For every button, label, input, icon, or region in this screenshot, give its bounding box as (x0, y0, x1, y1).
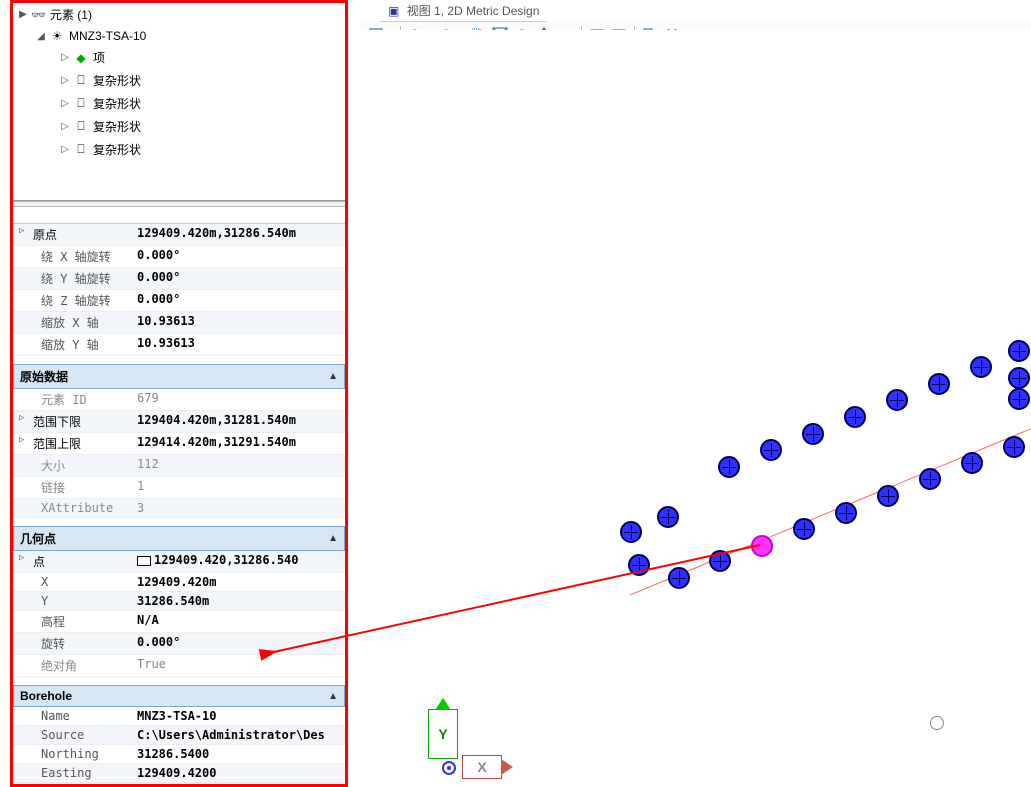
tree-header[interactable]: ▶ 👓 元素 (1) (13, 3, 345, 26)
tree-child-label: 复杂形状 (93, 118, 141, 135)
shape-icon: ⎕ (73, 119, 89, 134)
prop-row-bh-name[interactable]: NameMNZ3-TSA-10 (13, 707, 345, 726)
prop-row-roty[interactable]: 绕 Y 轴旋转0.000° (13, 268, 345, 290)
borehole-point[interactable] (802, 423, 824, 445)
collapse-icon: ◢ (35, 31, 47, 42)
prop-row-rotx[interactable]: 绕 X 轴旋转0.000° (13, 246, 345, 268)
borehole-point[interactable] (718, 456, 740, 478)
expand-icon: ▷ (59, 52, 71, 63)
prop-row-origin[interactable]: ▷原点129409.420m,31286.540m (13, 224, 345, 246)
cube-icon: ◆ (73, 51, 89, 65)
prop-row-elemid[interactable]: 元素 ID679 (13, 389, 345, 411)
tree-child-label: 复杂形状 (93, 72, 141, 89)
axis-y: Y (428, 709, 458, 759)
expand-icon: ▷ (59, 98, 71, 109)
view-icon: ▣ (388, 4, 399, 18)
borehole-point[interactable] (961, 452, 983, 474)
section-header-raw[interactable]: 原始数据 ▲ (13, 364, 345, 389)
tree-child-label: 项 (93, 49, 105, 66)
borehole-point[interactable] (1003, 436, 1025, 458)
tree-child-node[interactable]: ▷ ⎕ 复杂形状 (13, 92, 345, 115)
prop-row-bh-northing[interactable]: Northing31286.5400 (13, 745, 345, 764)
tree-root-node[interactable]: ◢ ☀ MNZ3-TSA-10 (13, 26, 345, 46)
section-cut-header (13, 207, 345, 224)
tree-child-label: 复杂形状 (93, 141, 141, 158)
prop-row-bh-easting[interactable]: Easting129409.4200 (13, 764, 345, 783)
prop-row-link[interactable]: 链接1 (13, 477, 345, 499)
borehole-point[interactable] (760, 439, 782, 461)
chevron-up-icon: ▲ (328, 691, 338, 702)
section-title: 原始数据 (20, 368, 68, 385)
sun-icon: ☀ (49, 29, 65, 43)
borehole-point[interactable] (1008, 388, 1030, 410)
tree-child-node[interactable]: ▷ ⎕ 复杂形状 (13, 138, 345, 161)
tree-root-label: MNZ3-TSA-10 (69, 29, 146, 43)
prop-row-rotz[interactable]: 绕 Z 轴旋转0.000° (13, 290, 345, 312)
tree-child-node[interactable]: ▷ ◆ 项 (13, 46, 345, 69)
prop-row-bh-elev[interactable]: Elevation56.9900 (13, 783, 345, 787)
shape-icon: ⎕ (73, 73, 89, 88)
borehole-point[interactable] (1008, 367, 1030, 389)
borehole-point[interactable] (886, 389, 908, 411)
borehole-point[interactable] (1008, 340, 1030, 362)
borehole-point[interactable] (928, 373, 950, 395)
view-pane: ▣ 视图 1, 2D Metric Design ▼ ▼ ▼ (360, 0, 1031, 787)
shape-icon: ⎕ (73, 142, 89, 157)
prop-row-scalex[interactable]: 缩放 X 轴10.93613 (13, 312, 345, 334)
axis-z (442, 761, 456, 775)
borehole-point[interactable] (919, 468, 941, 490)
prop-row-size[interactable]: 大小112 (13, 455, 345, 477)
tree-child-label: 复杂形状 (93, 95, 141, 112)
view-tab-label: 视图 1, 2D Metric Design (407, 4, 540, 18)
prop-row-xattr[interactable]: XAttribute3 (13, 499, 345, 518)
shape-icon: ⎕ (73, 96, 89, 111)
expand-icon: ▷ (59, 75, 71, 86)
axis-x: X (462, 755, 502, 779)
chevron-up-icon: ▲ (328, 371, 338, 382)
tree-child-node[interactable]: ▷ ⎕ 复杂形状 (13, 69, 345, 92)
borehole-point[interactable] (793, 518, 815, 540)
section-title: 几何点 (20, 530, 56, 547)
expand-icon: ▷ (59, 121, 71, 132)
prop-row-rangehi[interactable]: ▷范围上限129414.420m,31291.540m (13, 433, 345, 455)
properties-grid: ▷原点129409.420m,31286.540m 绕 X 轴旋转0.000° … (13, 207, 345, 787)
prop-row-scaley[interactable]: 缩放 Y 轴10.93613 (13, 334, 345, 356)
drawing-canvas[interactable]: Y X (360, 30, 1031, 787)
view-tab[interactable]: ▣ 视图 1, 2D Metric Design (380, 0, 547, 22)
prop-row-bh-source[interactable]: SourceC:\Users\Administrator\Des (13, 726, 345, 745)
annotation-arrow (260, 525, 780, 688)
expand-icon: ▶ (17, 9, 29, 20)
marker-circle[interactable] (930, 716, 944, 730)
tree-child-node[interactable]: ▷ ⎕ 复杂形状 (13, 115, 345, 138)
element-tree: ▶ 👓 元素 (1) ◢ ☀ MNZ3-TSA-10 ▷ ◆ 项 ▷ ⎕ 复杂形… (13, 3, 345, 201)
expand-icon: ▷ (59, 144, 71, 155)
borehole-point[interactable] (835, 502, 857, 524)
borehole-point[interactable] (877, 485, 899, 507)
glasses-icon: 👓 (31, 8, 46, 22)
borehole-point[interactable] (844, 406, 866, 428)
section-title: Borehole (20, 689, 72, 703)
prop-row-rangelo[interactable]: ▷范围下限129404.420m,31281.540m (13, 411, 345, 433)
borehole-point[interactable] (970, 356, 992, 378)
section-header-borehole[interactable]: Borehole ▲ (13, 685, 345, 707)
tree-header-label: 元素 (1) (50, 6, 92, 23)
